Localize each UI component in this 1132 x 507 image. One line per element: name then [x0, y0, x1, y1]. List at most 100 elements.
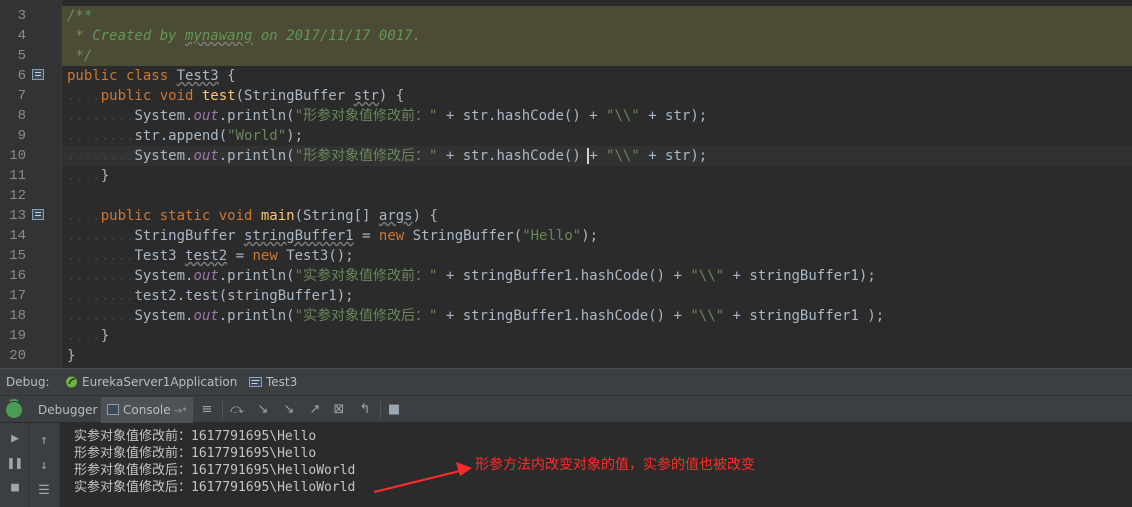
code-token: "\\"	[690, 268, 725, 284]
debugger-label: Debugger	[38, 403, 98, 417]
code-token: "\\"	[606, 148, 640, 164]
line-number: 5	[17, 48, 26, 64]
code-token: /**	[67, 8, 93, 24]
line-number: 17	[9, 288, 26, 304]
code-token: Test3	[134, 248, 186, 264]
indent-guide: ........	[67, 308, 135, 324]
code-line[interactable]: ........System.out.println("实参对象值修改后：" +…	[62, 306, 1132, 326]
code-line[interactable]: ........StringBuffer stringBuffer1 = new…	[62, 226, 1132, 246]
debug-tool-window-header: Debug: EurekaServer1Application Test3	[0, 368, 1132, 395]
line-number: 15	[9, 248, 26, 264]
stop-icon[interactable]: ■	[7, 480, 23, 496]
code-token: );	[286, 128, 304, 144]
tab-test3[interactable]: Test3	[244, 369, 305, 395]
code-token: System.	[134, 148, 194, 164]
step-into-icon[interactable]: ↘	[254, 401, 272, 419]
code-token: "Hello"	[522, 228, 582, 244]
code-token: + stringBuffer1.hashCode() +	[437, 308, 691, 324]
code-token: StringBuffer(	[412, 228, 523, 244]
code-line[interactable]: */	[62, 46, 1132, 66]
code-line[interactable]: ........str.append("World");	[62, 126, 1132, 146]
indent-guide: ........	[67, 228, 135, 244]
code-token: );	[581, 228, 599, 244]
code-line[interactable]: * Created by mynawang on 2017/11/17 0017…	[62, 26, 1132, 46]
line-number-gutter: 3 4 5 6 7 8 9 10 11 12 13 14 15 16 17 18 19 20	[0, 0, 62, 368]
console-panel[interactable]: ▶ ❚❚ ■ ↑ ↓ ☰ 实参对象值修改前：1617791695\Hello 形…	[0, 423, 1132, 507]
console-line: 形参对象值修改后：1617791695\HelloWorld	[74, 463, 356, 478]
indent-guide: ....	[67, 328, 101, 344]
line-number: 12	[9, 188, 26, 204]
code-line[interactable]: ....public void test(StringBuffer str) {	[62, 86, 1132, 106]
down-arrow-icon[interactable]: ↓	[36, 458, 52, 474]
step-out-icon[interactable]: ↗	[306, 401, 324, 419]
code-token: * Created by	[67, 28, 186, 44]
code-line[interactable]: ....public static void main(String[] arg…	[62, 206, 1132, 226]
console-suffix: →*	[173, 406, 188, 417]
code-token: System.	[134, 308, 194, 324]
line-number: 20	[9, 348, 26, 364]
resume-icon[interactable]: ▶	[7, 431, 23, 447]
code-line[interactable]: }	[62, 346, 1132, 366]
indent-guide: ........	[67, 108, 135, 124]
code-token: }	[67, 348, 76, 364]
run-to-cursor-icon[interactable]: ↰	[356, 401, 374, 419]
code-line[interactable]: public class Test3 {	[62, 66, 1132, 86]
console-icon	[107, 404, 119, 415]
code-token: + stringBuffer1.hashCode() +	[437, 268, 691, 284]
code-token: (String[]	[294, 208, 379, 224]
line-number: 19	[9, 328, 26, 344]
code-token: out	[193, 308, 219, 324]
code-token: */	[67, 48, 93, 64]
indent-guide: ........	[67, 128, 135, 144]
implementation-gutter-icon[interactable]	[32, 209, 44, 220]
code-token: new	[252, 248, 287, 264]
tab-label: EurekaServer1Application	[82, 375, 238, 389]
step-over-icon[interactable]: ⤼	[228, 401, 246, 419]
code-token: =	[227, 248, 253, 264]
code-token: ) {	[412, 208, 438, 224]
show-execution-point-icon[interactable]: ≡	[198, 401, 216, 419]
settings-icon[interactable]: ☰	[36, 483, 52, 499]
line-number: 6	[17, 68, 26, 84]
code-line[interactable]: ........System.out.println("形参对象值修改前：" +…	[62, 106, 1132, 126]
implementation-gutter-icon[interactable]	[32, 69, 44, 80]
pause-icon[interactable]: ❚❚	[7, 456, 23, 472]
console-line: 形参对象值修改前：1617791695\Hello	[74, 446, 317, 461]
evaluate-expression-icon[interactable]: ■	[385, 401, 403, 419]
line-number: 13	[9, 208, 26, 224]
drop-frame-icon[interactable]: ⊠	[330, 401, 348, 419]
code-token: + str);	[639, 108, 708, 124]
code-line[interactable]: ........System.out.println("实参对象值修改前：" +…	[62, 266, 1132, 286]
code-token: {	[218, 68, 236, 84]
debug-toolbar: Debugger Console →* ≡ ⤼ ↘ ↘ ↗ ⊠ ↰ ■	[0, 395, 1132, 423]
code-line[interactable]: /**	[62, 6, 1132, 26]
code-token: stringBuffer1	[244, 228, 354, 244]
tab-debugger[interactable]: Debugger	[32, 397, 103, 423]
code-line[interactable]: ........Test3 test2 = new Test3();	[62, 246, 1132, 266]
code-token: mynawang	[185, 28, 253, 44]
indent-guide: ....	[67, 168, 101, 184]
line-number: 7	[17, 88, 26, 104]
code-line[interactable]	[62, 186, 1132, 206]
line-number: 11	[9, 168, 26, 184]
code-token: out	[193, 108, 219, 124]
debug-bug-icon[interactable]	[6, 399, 22, 418]
code-token: .println(	[218, 268, 295, 284]
code-token: }	[100, 328, 110, 344]
force-step-into-icon[interactable]: ↘	[280, 401, 298, 419]
tab-console[interactable]: Console →*	[101, 397, 194, 423]
code-token: "形参对象值修改后："	[294, 148, 438, 164]
code-line[interactable]: ........System.out.println("形参对象值修改后：" +…	[62, 146, 1132, 166]
code-token: Test3();	[286, 248, 354, 264]
console-line: 实参对象值修改后：1617791695\HelloWorld	[74, 480, 356, 495]
code-editor[interactable]: 3 4 5 6 7 8 9 10 11 12 13 14 15 16 17 18 19 20 /** * Crea…	[0, 0, 1132, 368]
code-line[interactable]: ....}	[62, 166, 1132, 186]
code-line[interactable]: ....}	[62, 326, 1132, 346]
code-token: + str.hashCode()	[437, 148, 590, 164]
code-token: System.	[134, 268, 194, 284]
code-token: "形参对象值修改前："	[294, 108, 438, 124]
up-arrow-icon[interactable]: ↑	[36, 433, 52, 449]
code-line[interactable]: ........test2.test(stringBuffer1);	[62, 286, 1132, 306]
line-number: 14	[9, 228, 26, 244]
tab-eureka-server-application[interactable]: EurekaServer1Application	[60, 369, 245, 395]
